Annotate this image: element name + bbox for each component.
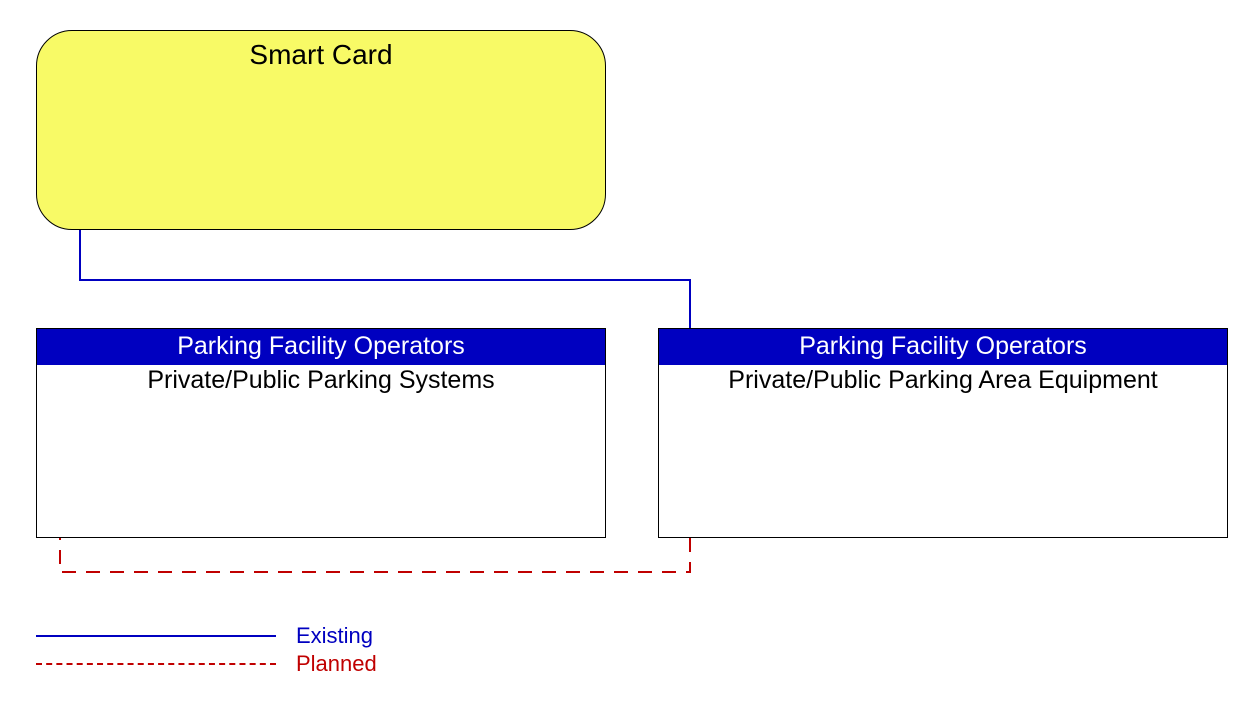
planned-connector: [60, 538, 690, 572]
legend-line-existing: [36, 635, 276, 637]
legend-row-existing: Existing: [36, 622, 377, 650]
entity-right-header: Parking Facility Operators: [659, 329, 1227, 365]
diagram-canvas: Smart Card Parking Facility Operators Pr…: [0, 0, 1252, 716]
legend-label-planned: Planned: [296, 651, 377, 677]
smart-card-title: Smart Card: [37, 39, 605, 71]
legend: Existing Planned: [36, 622, 377, 678]
entity-left-header: Parking Facility Operators: [37, 329, 605, 365]
entity-right: Parking Facility Operators Private/Publi…: [658, 328, 1228, 538]
legend-line-planned: [36, 663, 276, 665]
entity-left-sub: Private/Public Parking Systems: [37, 365, 605, 395]
entity-right-sub: Private/Public Parking Area Equipment: [659, 365, 1227, 395]
legend-row-planned: Planned: [36, 650, 377, 678]
smart-card-node: Smart Card: [36, 30, 606, 230]
entity-left: Parking Facility Operators Private/Publi…: [36, 328, 606, 538]
legend-label-existing: Existing: [296, 623, 373, 649]
existing-connector: [80, 230, 690, 328]
